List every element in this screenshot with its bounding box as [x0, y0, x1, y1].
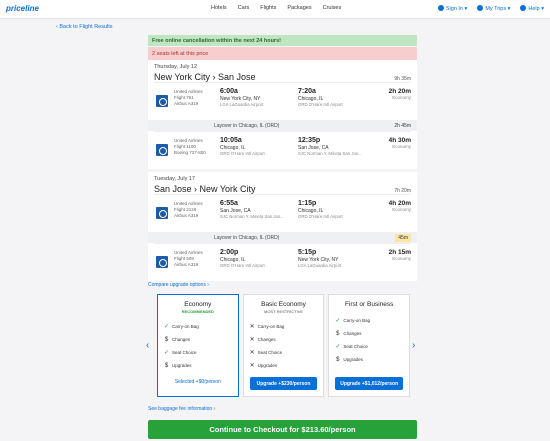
fare-option-basic-economy[interactable]: Basic Economy MOST RESTRICTIVE ✕ Carry-on… — [242, 294, 325, 397]
feature-item: $ Upgrades — [164, 362, 192, 369]
feature-item: ✓ Seat Choice — [335, 344, 368, 350]
my-trips-button[interactable]: My Trips ▾ — [477, 5, 510, 12]
feature-item: ✕ Changes — [249, 337, 276, 343]
arrival: 12:35p San Jose, CA SJC Norman Y. Mineta S… — [298, 137, 362, 156]
return-card: Tuesday, July 17 San Jose › New York Cit… — [148, 172, 417, 281]
feature-item: $ Changes — [336, 330, 362, 337]
fare-options: Economy RECOMMENDED ✓ Carry-on Bag $ Chang… — [157, 294, 411, 397]
feature-item: ✓ Carry-on Bag — [163, 324, 199, 330]
dollar-icon: $ — [164, 336, 169, 343]
outbound-route-label: New York City › San Jose — [154, 72, 256, 82]
united-logo-icon — [156, 95, 168, 107]
segment-duration: 4h 30m Economy — [388, 137, 411, 149]
itinerary: Free online cancellation within the next… — [148, 35, 417, 281]
baggage-fee-link[interactable]: See baggage fee information › — [148, 406, 215, 412]
outbound-card: Thursday, July 12 New York City › San Jo… — [148, 60, 417, 169]
airline-info: United Airlines Flight 509 Airbus A319 — [174, 250, 203, 267]
cancellation-banner: Free online cancellation within the next… — [148, 35, 417, 46]
airline-info: United Airlines Flight 2126 Airbus A319 — [174, 201, 203, 218]
nav-cruises[interactable]: Cruises — [323, 5, 342, 11]
departure: 6:00a New York City, NY LGA LaGuardia Airp… — [220, 88, 264, 107]
return-route-label: San Jose › New York City — [154, 184, 256, 194]
layover-row: Layover in Chicago, IL (ORD) 45m — [148, 232, 417, 243]
feature-item: ✓ Carry-on Bag — [335, 318, 371, 324]
top-bar: priceline Hotels Cars Flights Packages C… — [0, 0, 550, 19]
help-label: Help ▾ — [528, 6, 544, 12]
feature-item: $ Changes — [164, 336, 191, 343]
segment-duration: 2h 20m Economy — [388, 88, 411, 100]
departure: 2:00p Chicago, IL ORD O'Hare Intl Airport — [220, 249, 265, 268]
airline-info: United Airlines Flight 1100 Boeing 737-800 — [174, 138, 206, 155]
my-trips-label: My Trips ▾ — [485, 6, 511, 12]
dollar-icon: $ — [336, 356, 340, 363]
outbound-date: Thursday, July 12 — [154, 64, 198, 70]
nav-hotels[interactable]: Hotels — [211, 5, 227, 11]
check-icon: ✓ — [335, 344, 341, 350]
account-menu: Sign In ▾ My Trips ▾ Help ▾ — [437, 5, 544, 12]
feature-item: $ Upgrades — [336, 356, 363, 363]
fare-option-economy[interactable]: Economy RECOMMENDED ✓ Carry-on Bag $ Chang… — [157, 294, 239, 397]
check-icon: ✓ — [163, 324, 170, 330]
return-date: Tuesday, July 17 — [154, 176, 195, 182]
nav-flights[interactable]: Flights — [260, 5, 276, 11]
flight-segment: United Airlines Flight 2126 Airbus A319 6:… — [154, 194, 411, 232]
x-icon: ✕ — [249, 363, 255, 369]
selected-label: Selected +$0/person — [174, 379, 221, 385]
main-nav: Hotels Cars Flights Packages Cruises — [211, 5, 341, 11]
airline-info: United Airlines Flight 761 Airbus A319 — [174, 89, 203, 106]
flight-segment: United Airlines Flight 1100 Boeing 737-800… — [154, 131, 411, 169]
united-logo-icon — [156, 144, 168, 156]
help-button[interactable]: Help ▾ — [520, 5, 544, 12]
briefcase-icon — [477, 5, 484, 11]
x-icon: ✕ — [249, 337, 255, 343]
x-icon: ✕ — [249, 350, 255, 356]
return-route: San Jose › New York City 7h 20m — [154, 184, 411, 194]
feature-item: ✕ Seat Choice — [249, 350, 283, 356]
arrival: 7:20a Chicago, IL ORD O'Hare Intl Airport — [298, 88, 343, 107]
upgrade-basic-button[interactable]: Upgrade +$230/person — [249, 377, 318, 390]
user-icon — [437, 5, 444, 11]
seats-left-banner: 2 seats left at this price — [148, 47, 417, 60]
arrival: 1:15p Chicago, IL ORD O'Hare Intl Airport — [298, 200, 343, 219]
back-to-results-link[interactable]: ‹ Back to Flight Results — [56, 24, 113, 30]
nav-cars[interactable]: Cars — [238, 5, 250, 11]
feature-item: ✕ Upgrades — [249, 363, 278, 369]
departure: 6:55a San Jose, CA SJC Norman Y. Mineta Sa… — [220, 200, 284, 219]
united-logo-icon — [156, 207, 168, 219]
segment-duration: 2h 15m Economy — [388, 249, 411, 261]
continue-checkout-button[interactable]: Continue to Checkout for $213.60/person — [148, 420, 417, 439]
layover-row: Layover in Chicago, IL (ORD) 2h 45m — [148, 120, 417, 131]
check-icon: ✓ — [163, 350, 170, 356]
arrival: 5:15p New York City, NY LGA LaGuardia Airp… — [298, 249, 342, 268]
x-icon: ✕ — [249, 324, 255, 330]
check-icon: ✓ — [335, 318, 341, 324]
fare-option-first-business[interactable]: First or Business ✓ Carry-on Bag $ Changes… — [328, 294, 411, 397]
departure: 10:05a Chicago, IL ORD O'Hare Intl Airport — [220, 137, 265, 156]
flight-segment: United Airlines Flight 509 Airbus A319 2:0… — [154, 243, 411, 281]
united-logo-icon — [156, 256, 168, 268]
sign-in-label: Sign In ▾ — [445, 6, 468, 12]
dollar-icon: $ — [164, 362, 169, 369]
dollar-icon: $ — [336, 330, 340, 337]
feature-item: ✕ Carry-on Bag — [249, 324, 285, 330]
compare-upgrade-link[interactable]: Compare upgrade options › — [148, 282, 209, 288]
upgrade-first-button[interactable]: Upgrade +$1,012/person — [335, 377, 404, 390]
sign-in-button[interactable]: Sign In ▾ — [437, 5, 468, 12]
outbound-route: New York City › San Jose 9h 35m — [154, 72, 411, 82]
help-icon — [520, 5, 527, 11]
nav-packages[interactable]: Packages — [287, 5, 311, 11]
flight-segment: United Airlines Flight 761 Airbus A319 6:0… — [154, 82, 411, 120]
priceline-logo[interactable]: priceline — [6, 4, 39, 13]
chevron-right-icon[interactable]: › — [412, 340, 415, 351]
feature-item: ✓ Seat Choice — [163, 350, 197, 356]
segment-duration: 4h 20m Economy — [388, 200, 411, 212]
chevron-left-icon[interactable]: ‹ — [146, 340, 149, 351]
